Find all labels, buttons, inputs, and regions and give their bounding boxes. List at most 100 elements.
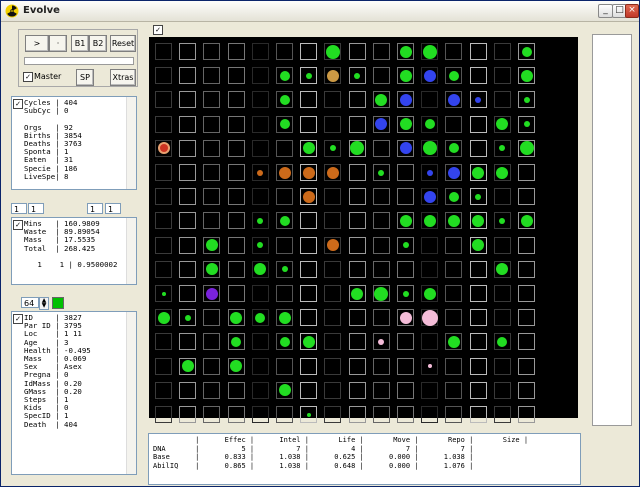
food-organism[interactable] xyxy=(354,72,361,79)
grid-cell[interactable] xyxy=(493,91,511,109)
grid-cell[interactable] xyxy=(227,381,245,399)
grid-cell[interactable] xyxy=(251,67,269,85)
sp-button[interactable]: SP xyxy=(76,69,94,86)
grid-cell[interactable] xyxy=(251,115,269,133)
reset-button[interactable]: Reset xyxy=(110,35,136,52)
food-organism[interactable] xyxy=(279,70,290,81)
grid-cell[interactable] xyxy=(324,357,342,375)
grid-cell[interactable] xyxy=(227,115,245,133)
grid-cell[interactable] xyxy=(372,212,390,230)
grid-cell[interactable] xyxy=(227,406,245,423)
coord-y2-input[interactable]: 1 xyxy=(105,203,121,214)
grid-cell[interactable] xyxy=(203,43,221,60)
grid-cell[interactable] xyxy=(227,67,245,85)
color-swatch[interactable] xyxy=(52,297,64,309)
grid-cell[interactable] xyxy=(179,260,197,278)
grid-cell[interactable] xyxy=(155,188,172,206)
grid-cell[interactable] xyxy=(372,309,390,327)
spinner-arrows[interactable]: ▲ ▼ xyxy=(39,297,49,310)
food-organism[interactable] xyxy=(399,214,412,227)
grid-cell[interactable] xyxy=(324,309,342,327)
predator-organism[interactable] xyxy=(423,69,436,82)
speed-slider[interactable] xyxy=(24,57,134,65)
grid-cell[interactable] xyxy=(251,43,269,60)
food-organism[interactable] xyxy=(523,121,530,128)
purple-organism[interactable] xyxy=(205,287,218,300)
master-checkbox[interactable]: ✓ xyxy=(23,72,33,82)
xtras-button[interactable]: Xtras xyxy=(110,69,136,86)
grid-cell[interactable] xyxy=(348,43,366,60)
food-organism[interactable] xyxy=(230,311,243,324)
grid-cell[interactable] xyxy=(179,91,197,109)
predator-organism[interactable] xyxy=(423,190,436,203)
food-organism[interactable] xyxy=(161,291,166,296)
grid-cell[interactable] xyxy=(518,406,535,423)
predator-organism[interactable] xyxy=(399,93,412,106)
grid-cell[interactable] xyxy=(179,212,197,230)
food-organism[interactable] xyxy=(402,242,409,249)
grid-cell[interactable] xyxy=(251,139,269,157)
food-organism[interactable] xyxy=(447,214,460,227)
food-organism[interactable] xyxy=(351,287,364,300)
grid-cell[interactable] xyxy=(300,357,318,375)
grid-cell[interactable] xyxy=(324,333,342,351)
grid-cell[interactable] xyxy=(493,43,511,60)
predator-organism[interactable] xyxy=(426,169,433,176)
grid-cell[interactable] xyxy=(493,406,511,423)
grid-cell[interactable] xyxy=(324,406,342,423)
grid-cell[interactable] xyxy=(179,285,197,302)
grid-cell[interactable] xyxy=(203,139,221,157)
grid-cell[interactable] xyxy=(445,357,463,375)
coord-x-input[interactable]: 1 xyxy=(11,203,27,214)
grid-cell[interactable] xyxy=(300,381,318,399)
grid-cell[interactable] xyxy=(324,381,342,399)
food-organism[interactable] xyxy=(181,360,194,373)
food-organism[interactable] xyxy=(422,44,437,59)
grid-cell[interactable] xyxy=(518,357,535,375)
grid-cell[interactable] xyxy=(445,381,463,399)
pink-organism[interactable] xyxy=(399,311,412,324)
food-organism[interactable] xyxy=(423,214,436,227)
grid-cell[interactable] xyxy=(155,260,172,278)
grid-cell[interactable] xyxy=(348,91,366,109)
grid-cell[interactable] xyxy=(348,309,366,327)
grid-cell[interactable] xyxy=(227,188,245,206)
grid-cell[interactable] xyxy=(203,333,221,351)
grid-cell[interactable] xyxy=(227,236,245,254)
grid-cell[interactable] xyxy=(493,381,511,399)
grid-cell[interactable] xyxy=(251,188,269,206)
grid-cell[interactable] xyxy=(372,260,390,278)
grid-cell[interactable] xyxy=(251,406,269,423)
b2-button[interactable]: B2 xyxy=(89,35,107,52)
food-organism[interactable] xyxy=(378,169,385,176)
food-organism[interactable] xyxy=(255,312,266,323)
grid-cell[interactable] xyxy=(179,406,197,423)
food-organism[interactable] xyxy=(520,69,533,82)
tan-organism[interactable] xyxy=(326,69,339,82)
grid-cell[interactable] xyxy=(469,309,487,327)
grid-cell[interactable] xyxy=(155,357,172,375)
food-organism[interactable] xyxy=(279,94,290,105)
food-organism[interactable] xyxy=(448,70,459,81)
grid-cell[interactable] xyxy=(251,91,269,109)
size-spinner-input[interactable]: 64 xyxy=(21,297,39,308)
grid-cell[interactable] xyxy=(300,236,318,254)
food-organism[interactable] xyxy=(205,239,218,252)
grid-cell[interactable] xyxy=(203,381,221,399)
egg-organism[interactable] xyxy=(302,190,315,203)
grid-cell[interactable] xyxy=(276,43,293,60)
grid-cell[interactable] xyxy=(276,406,293,423)
grid-cell[interactable] xyxy=(203,309,221,327)
food-organism[interactable] xyxy=(399,45,412,58)
food-organism[interactable] xyxy=(184,314,191,321)
grid-cell[interactable] xyxy=(179,381,197,399)
grid-cell[interactable] xyxy=(372,381,390,399)
grid-cell[interactable] xyxy=(300,212,318,230)
grid-cell[interactable] xyxy=(518,164,535,181)
grid-cell[interactable] xyxy=(227,91,245,109)
grid-cell[interactable] xyxy=(179,333,197,351)
grid-cell[interactable] xyxy=(445,236,463,254)
grid-cell[interactable] xyxy=(469,139,487,157)
grid-cell[interactable] xyxy=(518,188,535,206)
predator-organism[interactable] xyxy=(447,166,460,179)
